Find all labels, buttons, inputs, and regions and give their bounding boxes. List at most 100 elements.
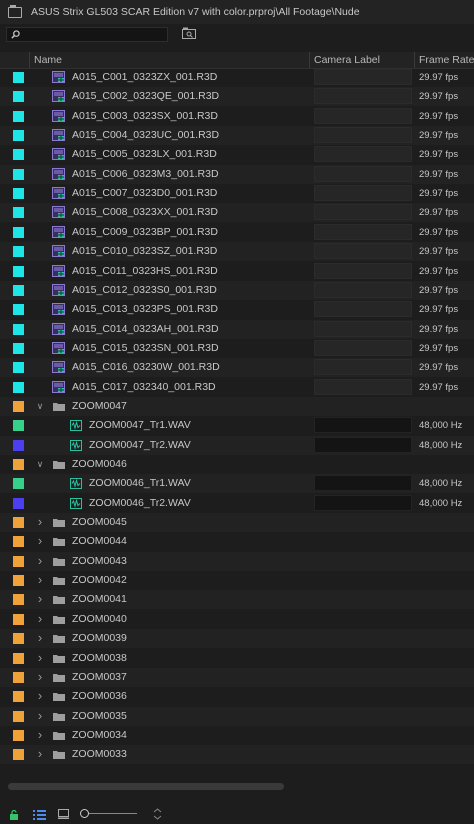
icon-view-icon[interactable] bbox=[58, 809, 69, 819]
column-header-frame-rate[interactable]: Frame Rate bbox=[419, 54, 474, 66]
clip-row[interactable]: A015_C016_03230W_001.R3D 29.97 fps bbox=[0, 358, 474, 378]
bin-row[interactable]: › ZOOM0041 bbox=[0, 590, 474, 610]
expand-chevron-icon[interactable]: › bbox=[35, 728, 45, 741]
clip-row[interactable]: ZOOM0046_Tr2.WAV 48,000 Hz bbox=[0, 494, 474, 513]
label-color-swatch[interactable] bbox=[13, 400, 24, 412]
column-divider[interactable] bbox=[29, 52, 30, 68]
label-color-swatch[interactable] bbox=[13, 110, 24, 122]
list-view-icon[interactable] bbox=[33, 809, 46, 820]
bin-row[interactable]: › ZOOM0039 bbox=[0, 629, 474, 649]
label-color-swatch[interactable] bbox=[13, 555, 24, 567]
bin-row[interactable]: › ZOOM0035 bbox=[0, 706, 474, 726]
camera-label-field[interactable] bbox=[314, 281, 412, 298]
camera-label-field[interactable] bbox=[314, 339, 412, 356]
bin-row[interactable]: › ZOOM0038 bbox=[0, 649, 474, 668]
clip-row[interactable]: A015_C006_0323M3_001.R3D 29.97 fps bbox=[0, 164, 474, 184]
bin-row[interactable]: › ZOOM0040 bbox=[0, 610, 474, 629]
camera-label-field[interactable] bbox=[314, 107, 412, 124]
camera-label-field[interactable] bbox=[314, 436, 412, 453]
lock-icon[interactable] bbox=[9, 810, 19, 820]
label-color-swatch[interactable] bbox=[13, 613, 24, 625]
expand-chevron-icon[interactable]: › bbox=[35, 554, 45, 567]
camera-label-field[interactable] bbox=[314, 417, 412, 434]
zoom-slider-handle[interactable] bbox=[80, 809, 89, 818]
label-color-swatch[interactable] bbox=[13, 342, 24, 354]
clip-row[interactable]: ZOOM0047_Tr1.WAV 48,000 Hz bbox=[0, 416, 474, 435]
clip-row[interactable]: A015_C008_0323XX_001.R3D 29.97 fps bbox=[0, 203, 474, 223]
label-color-swatch[interactable] bbox=[13, 517, 24, 529]
camera-label-field[interactable] bbox=[314, 494, 412, 511]
label-color-swatch[interactable] bbox=[13, 168, 24, 180]
column-divider[interactable] bbox=[309, 52, 310, 68]
label-color-swatch[interactable] bbox=[13, 323, 24, 335]
expand-chevron-icon[interactable]: › bbox=[35, 534, 45, 547]
expand-chevron-icon[interactable]: › bbox=[35, 573, 45, 586]
camera-label-field[interactable] bbox=[314, 204, 412, 221]
camera-label-field[interactable] bbox=[314, 301, 412, 318]
label-color-swatch[interactable] bbox=[13, 188, 24, 200]
clip-row[interactable]: A015_C007_0323D0_001.R3D 29.97 fps bbox=[0, 184, 474, 203]
collapse-chevron-icon[interactable]: ∨ bbox=[35, 401, 45, 411]
clip-row[interactable]: ZOOM0046_Tr1.WAV 48,000 Hz bbox=[0, 474, 474, 494]
clip-row[interactable]: A015_C001_0323ZX_001.R3D 29.97 fps bbox=[0, 68, 474, 87]
label-color-swatch[interactable] bbox=[13, 420, 24, 432]
camera-label-field[interactable] bbox=[314, 146, 412, 163]
expand-chevron-icon[interactable]: › bbox=[35, 709, 45, 722]
column-divider[interactable] bbox=[414, 52, 415, 68]
label-color-swatch[interactable] bbox=[13, 265, 24, 277]
expand-chevron-icon[interactable]: › bbox=[35, 592, 45, 605]
search-input[interactable] bbox=[25, 28, 165, 41]
search-field[interactable] bbox=[6, 27, 168, 42]
bin-row[interactable]: › ZOOM0033 bbox=[0, 745, 474, 765]
clip-row[interactable]: A015_C002_0323QE_001.R3D 29.97 fps bbox=[0, 87, 474, 107]
clip-row[interactable]: A015_C017_032340_001.R3D 29.97 fps bbox=[0, 378, 474, 397]
clip-row[interactable]: A015_C010_0323SZ_001.R3D 29.97 fps bbox=[0, 242, 474, 262]
expand-chevron-icon[interactable]: › bbox=[35, 670, 45, 683]
camera-label-field[interactable] bbox=[314, 359, 412, 376]
camera-label-field[interactable] bbox=[314, 223, 412, 240]
clip-row[interactable]: A015_C003_0323SX_001.R3D 29.97 fps bbox=[0, 107, 474, 126]
camera-label-field[interactable] bbox=[314, 88, 412, 105]
label-color-swatch[interactable] bbox=[13, 536, 24, 548]
clip-row[interactable]: A015_C015_0323SN_001.R3D 29.97 fps bbox=[0, 339, 474, 358]
label-color-swatch[interactable] bbox=[13, 304, 24, 316]
clip-row[interactable]: A015_C011_0323HS_001.R3D 29.97 fps bbox=[0, 262, 474, 281]
bin-row[interactable]: › ZOOM0037 bbox=[0, 667, 474, 687]
label-color-swatch[interactable] bbox=[13, 207, 24, 219]
camera-label-field[interactable] bbox=[314, 243, 412, 260]
bin-row[interactable]: ∨ ZOOM0046 bbox=[0, 455, 474, 474]
expand-chevron-icon[interactable]: › bbox=[35, 651, 45, 664]
expand-chevron-icon[interactable]: › bbox=[35, 631, 45, 644]
camera-label-field[interactable] bbox=[314, 165, 412, 182]
clip-row[interactable]: A015_C012_0323S0_001.R3D 29.97 fps bbox=[0, 280, 474, 300]
expand-chevron-icon[interactable]: › bbox=[35, 689, 45, 702]
label-color-swatch[interactable] bbox=[13, 149, 24, 161]
label-color-swatch[interactable] bbox=[13, 130, 24, 142]
label-color-swatch[interactable] bbox=[13, 459, 24, 470]
label-color-swatch[interactable] bbox=[13, 691, 24, 703]
clip-row[interactable]: A015_C009_0323BP_001.R3D 29.97 fps bbox=[0, 223, 474, 242]
label-color-swatch[interactable] bbox=[13, 72, 24, 83]
label-color-swatch[interactable] bbox=[13, 439, 24, 451]
label-color-swatch[interactable] bbox=[13, 226, 24, 238]
expand-chevron-icon[interactable]: › bbox=[35, 515, 45, 528]
expand-chevron-icon[interactable]: › bbox=[35, 747, 45, 760]
label-color-swatch[interactable] bbox=[13, 749, 24, 761]
camera-label-field[interactable] bbox=[314, 320, 412, 337]
clip-row[interactable]: A015_C005_0323LX_001.R3D 29.97 fps bbox=[0, 145, 474, 164]
horizontal-scrollbar[interactable] bbox=[8, 783, 284, 790]
camera-label-field[interactable] bbox=[314, 69, 412, 85]
clip-row[interactable]: A015_C014_0323AH_001.R3D 29.97 fps bbox=[0, 319, 474, 339]
label-color-swatch[interactable] bbox=[13, 91, 24, 103]
collapse-chevron-icon[interactable]: ∨ bbox=[35, 459, 45, 469]
label-color-swatch[interactable] bbox=[13, 729, 24, 741]
column-header-name[interactable]: Name bbox=[34, 54, 62, 66]
camera-label-field[interactable] bbox=[314, 185, 412, 202]
bin-row[interactable]: › ZOOM0034 bbox=[0, 726, 474, 745]
zoom-slider-track[interactable] bbox=[87, 813, 137, 814]
clip-row[interactable]: ZOOM0047_Tr2.WAV 48,000 Hz bbox=[0, 435, 474, 455]
camera-label-field[interactable] bbox=[314, 262, 412, 279]
bin-row[interactable]: › ZOOM0042 bbox=[0, 571, 474, 590]
new-search-bin-icon[interactable] bbox=[182, 27, 196, 39]
expand-chevron-icon[interactable]: › bbox=[35, 612, 45, 625]
